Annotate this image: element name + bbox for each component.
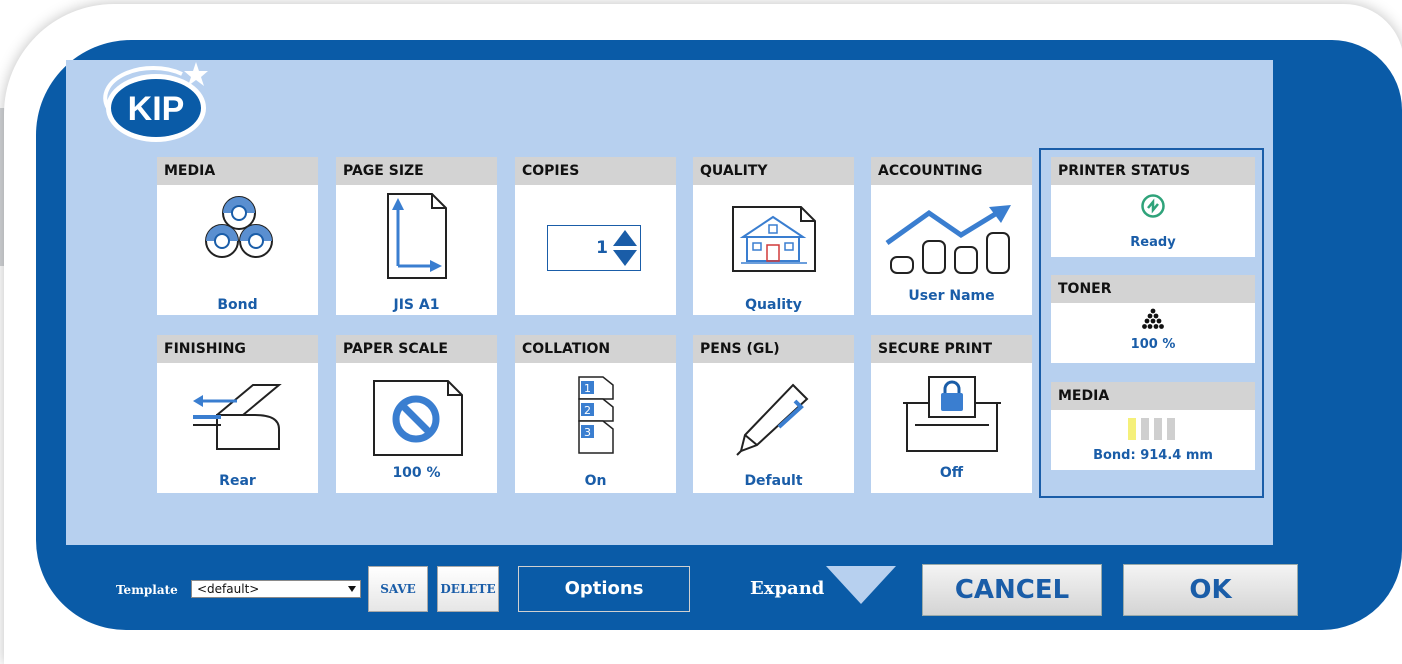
copies-increment-icon[interactable]	[612, 229, 638, 247]
finishing-tray-icon	[193, 384, 282, 450]
tile-secure-print-title: SECURE PRINT	[871, 335, 1032, 363]
tile-finishing-title: FINISHING	[157, 335, 318, 363]
media-roll-indicator	[1128, 418, 1180, 440]
copies-stepper[interactable]: 1	[547, 225, 641, 271]
copies-value: 1	[596, 238, 608, 258]
toner-box: TONER 100 %	[1051, 275, 1255, 363]
toner-value: 100 %	[1130, 337, 1176, 352]
tile-media[interactable]: MEDIA Bond	[157, 157, 318, 315]
collation-page-3-label: 3	[584, 426, 591, 439]
media-status-value: Bond: 914.4 mm	[1093, 448, 1213, 463]
media-roll-4	[1167, 418, 1175, 440]
tile-collation[interactable]: COLLATION 1 2 3 On	[515, 335, 676, 493]
tile-accounting[interactable]: ACCOUNTING User Name	[871, 157, 1032, 315]
media-roll-2	[1141, 418, 1149, 440]
kip-logo: KIP	[103, 62, 208, 142]
tile-copies: COPIES 1	[515, 157, 676, 315]
media-roll-1	[1128, 418, 1136, 440]
pen-icon	[736, 383, 809, 456]
collation-pages-icon: 1 2 3	[578, 376, 614, 454]
expand-arrow-icon	[826, 566, 896, 604]
accounting-chart-icon	[885, 205, 1011, 274]
template-select-value: <default>	[197, 582, 260, 596]
options-button[interactable]: Options	[518, 566, 690, 612]
media-roll-3	[1154, 418, 1162, 440]
tile-finishing-value: Rear	[219, 473, 256, 489]
delete-button[interactable]: DELETE	[437, 566, 499, 612]
house-drawing-icon	[732, 206, 816, 272]
media-status-box: MEDIA Bond: 914.4 mm	[1051, 382, 1255, 470]
media-status-title: MEDIA	[1051, 382, 1255, 410]
tile-copies-title: COPIES	[515, 157, 676, 185]
tile-pens-title: PENS (GL)	[693, 335, 854, 363]
copies-decrement-icon[interactable]	[612, 249, 638, 267]
printer-status-box: PRINTER STATUS Ready	[1051, 157, 1255, 257]
tile-finishing[interactable]: FINISHING Rear	[157, 335, 318, 493]
tile-secure-print-value: Off	[939, 465, 964, 481]
tile-quality[interactable]: QUALITY Quality	[693, 157, 854, 315]
template-select[interactable]: <default>	[191, 580, 361, 598]
toner-title: TONER	[1051, 275, 1255, 303]
tile-collation-value: On	[584, 473, 607, 489]
tile-collation-title: COLLATION	[515, 335, 676, 363]
logo-text: KIP	[128, 90, 185, 128]
tile-page-size[interactable]: PAGE SIZE JIS A1	[336, 157, 497, 315]
template-label: Template	[116, 583, 178, 597]
media-rolls-icon	[205, 196, 273, 258]
expand-toggle[interactable]: Expand	[750, 566, 900, 612]
tile-paper-scale-title: PAPER SCALE	[336, 335, 497, 363]
tile-pens-value: Default	[744, 473, 803, 489]
secure-printer-icon	[903, 376, 1001, 452]
scale-disabled-icon	[373, 380, 463, 456]
ok-button[interactable]: OK	[1123, 564, 1298, 616]
tile-quality-value: Quality	[745, 297, 802, 313]
tile-secure-print[interactable]: SECURE PRINT Off	[871, 335, 1032, 493]
tile-accounting-value: User Name	[908, 288, 995, 304]
tile-pens[interactable]: PENS (GL) Default	[693, 335, 854, 493]
save-button[interactable]: SAVE	[368, 566, 428, 612]
tile-media-value: Bond	[217, 297, 258, 313]
printer-ready-icon	[1141, 194, 1165, 218]
status-panel: PRINTER STATUS Ready TONER 100 % MEDIA B…	[1039, 148, 1264, 498]
tile-accounting-title: ACCOUNTING	[871, 157, 1032, 185]
tile-page-size-title: PAGE SIZE	[336, 157, 497, 185]
cancel-button[interactable]: CANCEL	[922, 564, 1102, 616]
tile-quality-title: QUALITY	[693, 157, 854, 185]
tile-page-size-value: JIS A1	[393, 297, 440, 313]
collation-page-2-label: 2	[584, 404, 591, 417]
tile-paper-scale[interactable]: PAPER SCALE 100 %	[336, 335, 497, 493]
printer-status-value: Ready	[1130, 235, 1176, 250]
page-size-icon	[387, 193, 447, 279]
toner-level-icon	[1142, 308, 1164, 329]
tile-paper-scale-value: 100 %	[392, 465, 441, 481]
chevron-down-icon[interactable]	[348, 586, 356, 592]
expand-label: Expand	[750, 578, 825, 599]
printer-status-title: PRINTER STATUS	[1051, 157, 1255, 185]
tile-media-title: MEDIA	[157, 157, 318, 185]
collation-page-1-label: 1	[584, 382, 591, 395]
